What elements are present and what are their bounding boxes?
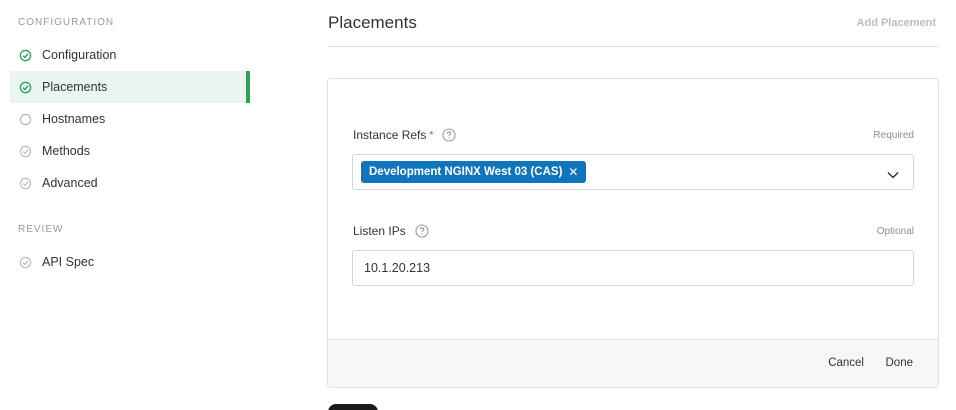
- card-footer: Cancel Done: [328, 339, 938, 387]
- empty-circle-icon: [19, 113, 32, 126]
- check-circle-icon: [19, 49, 32, 62]
- optional-hint: Optional: [876, 226, 914, 237]
- chevron-down-icon[interactable]: [887, 167, 899, 179]
- listen-ips-label-text: Listen IPs: [353, 224, 406, 238]
- sidebar-item-label: API Spec: [42, 255, 95, 269]
- sidebar: CONFIGURATION Configuration Placements H…: [0, 0, 252, 410]
- sidebar-item-label: Configuration: [42, 48, 117, 62]
- required-asterisk: *: [429, 129, 434, 141]
- sidebar-item-advanced[interactable]: Advanced: [10, 167, 250, 199]
- done-button[interactable]: Done: [886, 357, 914, 369]
- close-icon[interactable]: ✕: [568, 166, 578, 178]
- sidebar-item-label: Advanced: [42, 176, 98, 190]
- title-divider: [328, 46, 939, 47]
- check-circle-icon: [19, 81, 32, 94]
- check-circle-icon: [19, 177, 32, 190]
- configuration-section-label: CONFIGURATION: [18, 17, 115, 28]
- selected-instance-chip: Development NGINX West 03 (CAS) ✕: [361, 161, 587, 183]
- check-circle-icon: [19, 256, 32, 269]
- sidebar-item-label: Methods: [42, 144, 90, 158]
- sidebar-item-placements[interactable]: Placements: [10, 71, 250, 103]
- instance-refs-label-text: Instance Refs: [353, 128, 427, 142]
- sidebar-item-hostnames[interactable]: Hostnames: [10, 103, 250, 135]
- sidebar-item-api-spec[interactable]: API Spec: [10, 246, 250, 278]
- listen-ips-input[interactable]: [352, 250, 914, 286]
- page-title: Placements: [328, 13, 417, 32]
- sidebar-item-label: Placements: [42, 80, 108, 94]
- help-icon[interactable]: [442, 128, 456, 142]
- sidebar-item-configuration[interactable]: Configuration: [10, 39, 250, 71]
- chip-label: Development NGINX West 03 (CAS): [369, 166, 563, 178]
- listen-ips-label: Listen IPs: [353, 224, 429, 238]
- instance-refs-select[interactable]: Development NGINX West 03 (CAS) ✕: [352, 154, 914, 190]
- help-icon[interactable]: [415, 224, 429, 238]
- instance-refs-label: Instance Refs *: [353, 128, 456, 142]
- placement-card: Instance Refs * Required Development NGI…: [327, 78, 939, 388]
- cancel-button[interactable]: Cancel: [828, 357, 864, 369]
- add-placement-button[interactable]: Add Placement: [857, 17, 936, 29]
- sidebar-item-methods[interactable]: Methods: [10, 135, 250, 167]
- review-section-label: REVIEW: [18, 224, 64, 235]
- check-circle-icon: [19, 145, 32, 158]
- toggle-switch[interactable]: [328, 404, 378, 410]
- sidebar-item-label: Hostnames: [42, 112, 106, 126]
- required-hint: Required: [873, 130, 914, 141]
